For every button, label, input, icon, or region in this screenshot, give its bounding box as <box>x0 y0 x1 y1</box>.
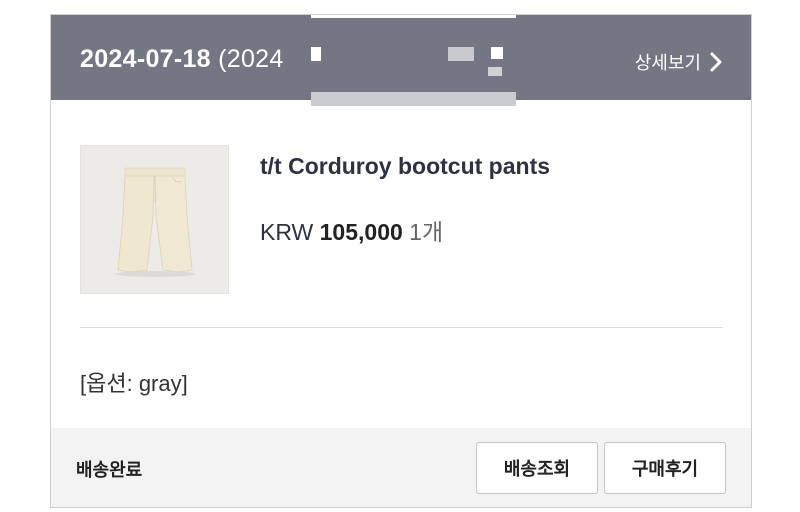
order-date: 2024-07-18 (2024 <box>80 45 284 74</box>
order-detail-label: 상세보기 <box>634 53 701 73</box>
price-amount: 105,000 <box>319 219 403 245</box>
order-header: 2024-07-18 (2024 상세보기 <box>51 15 751 106</box>
write-review-button[interactable]: 구매후기 <box>604 442 726 494</box>
price-currency: KRW <box>260 219 314 245</box>
order-date-value: 2024-07-18 <box>80 45 211 73</box>
redaction-mark <box>491 47 503 59</box>
quantity: 1개 <box>409 219 444 245</box>
order-detail-link[interactable]: 상세보기 <box>635 49 723 75</box>
product-name[interactable]: t/t Corduroy bootcut pants <box>260 153 550 180</box>
order-footer: 배송완료 배송조회 구매후기 <box>51 428 751 507</box>
redaction-mark <box>488 67 502 76</box>
pants-image <box>81 146 228 293</box>
divider <box>80 327 723 328</box>
product-option: [옵션: gray] <box>80 371 188 396</box>
redaction-mark <box>311 47 321 61</box>
redaction-mark <box>311 15 516 18</box>
order-date-extra: (2024 <box>210 45 284 73</box>
order-card: 2024-07-18 (2024 상세보기 t/t Corduroy bootc… <box>50 14 752 508</box>
chevron-right-icon <box>710 52 722 72</box>
price-line: KRW 105,000 1개 <box>260 213 443 247</box>
order-body: t/t Corduroy bootcut pants KRW 105,000 1… <box>51 100 751 428</box>
delivery-status: 배송완료 <box>76 460 143 480</box>
redaction-mark <box>448 47 474 61</box>
track-delivery-button[interactable]: 배송조회 <box>476 442 598 494</box>
product-thumbnail[interactable] <box>80 145 229 294</box>
